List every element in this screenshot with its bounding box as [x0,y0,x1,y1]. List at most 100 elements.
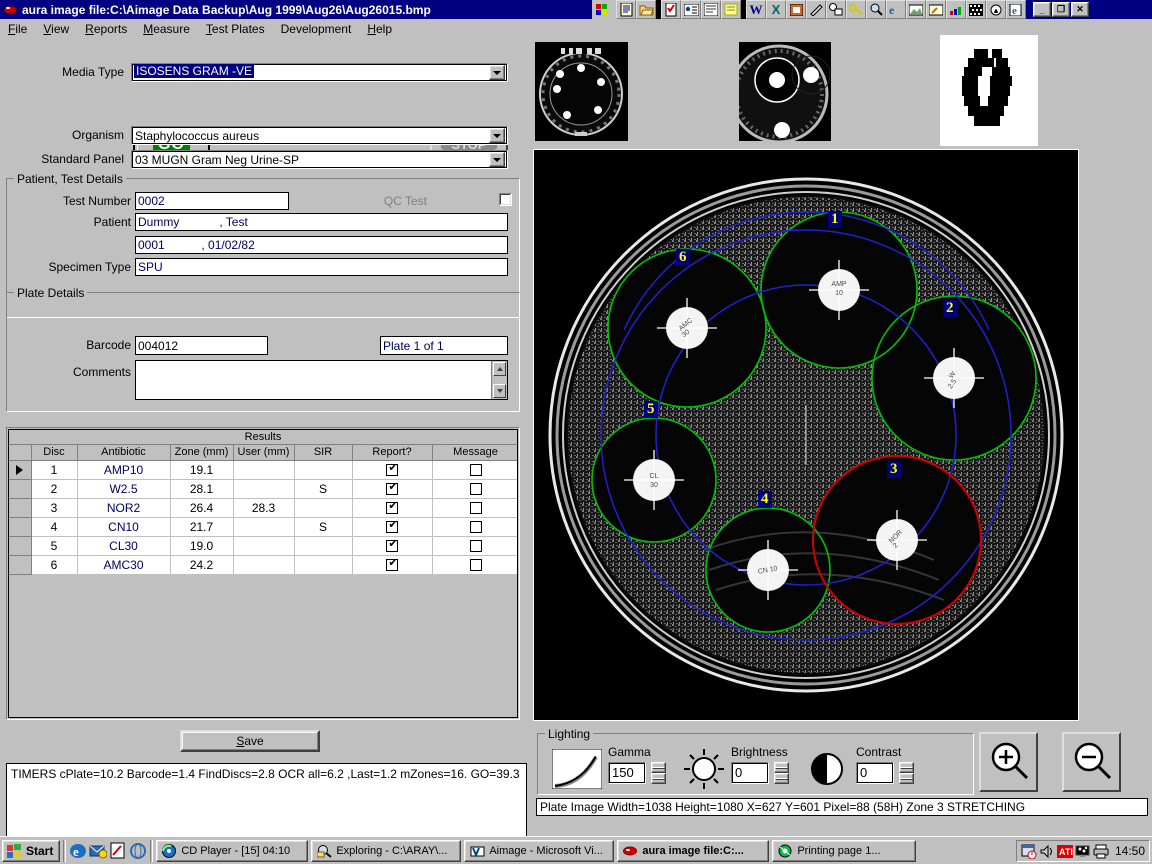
cell-report[interactable] [352,498,433,518]
col-disc[interactable]: Disc [31,445,78,461]
table-row[interactable]: 5 CL30 19.0 [9,536,517,556]
row-selector[interactable] [9,479,32,499]
disc-number-6[interactable]: 6 [676,249,690,266]
internet-explorer-icon[interactable]: e [886,0,906,19]
printer-icon[interactable] [1093,843,1109,859]
message-checkbox[interactable] [469,501,482,514]
brightness-input[interactable]: 0 [731,762,769,784]
taskbar-button[interactable]: Exploring - C:\ARAY\... [311,839,462,862]
report-checkbox[interactable] [386,500,399,514]
patient-id-dob-field[interactable]: 0001 , 01/02/82 [135,236,508,254]
taskbar-button[interactable]: CD Player - [15] 04:10 [156,839,309,862]
row-selector[interactable] [9,517,32,537]
ati-icon[interactable]: ATI [1056,843,1073,859]
gamma-input[interactable]: 150 [608,762,646,784]
chevron-down-icon[interactable] [489,128,505,143]
message-checkbox[interactable] [469,558,482,571]
col-antibiotic[interactable]: Antibiotic [77,445,171,461]
chevron-down-icon[interactable] [489,65,505,80]
report-checkbox[interactable] [386,462,399,476]
report-checkbox[interactable] [386,481,399,495]
contrast-spinner[interactable] [899,762,914,784]
menu-development[interactable]: Development [273,21,360,37]
volume-icon[interactable] [1039,843,1055,859]
specimen-type-field[interactable]: SPU [135,258,508,276]
comments-textarea[interactable] [135,360,508,400]
cell-message[interactable] [432,555,517,575]
contacts-icon[interactable] [681,0,701,19]
scheduler-icon[interactable] [1021,843,1037,859]
cell-user[interactable] [233,479,295,499]
find-icon[interactable] [866,0,886,19]
close-button[interactable]: ✕ [1071,2,1089,17]
disc-number-2[interactable]: 2 [943,300,957,317]
cell-user[interactable]: 28.3 [233,498,295,518]
cell-zone[interactable]: 26.4 [170,498,234,518]
cell-disc[interactable]: 2 [31,479,78,499]
channel-viewer-icon[interactable] [129,842,147,860]
outlook-express-icon[interactable] [89,842,108,860]
disc-number-3[interactable]: 3 [887,461,901,478]
cell-report[interactable] [352,536,433,556]
disc-number-4[interactable]: 4 [758,491,772,508]
thumbnail-plate-overview[interactable] [535,42,628,141]
contrast-spin-down[interactable] [899,773,914,784]
scroll-up-button[interactable] [493,362,506,376]
cell-antibiotic[interactable]: W2.5 [77,479,171,499]
cell-sir[interactable] [294,536,353,556]
cell-zone[interactable]: 19.1 [170,460,234,480]
qc-test-checkbox[interactable] [499,193,512,206]
save-button[interactable]: Save [180,730,320,752]
table-row[interactable]: 2 W2.5 28.1 S [9,479,517,499]
report-checkbox[interactable] [386,538,399,552]
binder-icon[interactable] [806,0,826,19]
minimize-button[interactable]: _ [1033,2,1051,17]
disc-number-5[interactable]: 5 [644,401,658,418]
cell-sir[interactable]: S [294,479,353,499]
journal-icon[interactable] [701,0,721,19]
plate-image-viewer[interactable]: AMP 10 AMC 30 W 2.5 CL 30 CN 10 NOR 2 1 6 2 5… [533,149,1079,721]
cell-antibiotic[interactable]: AMP10 [77,460,171,480]
ie-doc-icon[interactable]: e [1006,0,1026,19]
cell-report[interactable] [352,517,433,537]
taskbar-button[interactable]: aura image file:C:... [617,839,770,862]
cell-sir[interactable]: S [294,517,353,537]
contrast-spin-up[interactable] [899,762,914,773]
brightness-spin-down[interactable] [774,773,789,784]
cell-disc[interactable]: 4 [31,517,78,537]
start-button[interactable]: Start [2,839,61,862]
notepad-icon[interactable] [109,842,127,860]
row-selector[interactable] [9,498,32,518]
cell-report[interactable] [352,460,433,480]
cell-disc[interactable]: 1 [31,460,78,480]
message-checkbox[interactable] [469,463,482,476]
taskbar-button[interactable]: Printing page 1... [772,839,917,862]
row-selector[interactable] [9,460,32,480]
office-shortcut-bar[interactable]: W X e e _ ❐ ✕ [592,0,1089,19]
col-report[interactable]: Report? [352,445,433,461]
maximize-button[interactable]: ❐ [1052,2,1070,17]
gamma-spin-down[interactable] [651,773,666,784]
cell-zone[interactable]: 24.2 [170,555,234,575]
notes-icon[interactable] [721,0,741,19]
cell-user[interactable] [233,555,295,575]
cell-sir[interactable] [294,460,353,480]
gamma-spin-up[interactable] [651,762,666,773]
col-zone-mm[interactable]: Zone (mm) [170,445,234,461]
paint-icon[interactable] [926,0,946,19]
display-icon[interactable] [1075,843,1091,859]
brightness-spin-up[interactable] [774,762,789,773]
taskbar-button[interactable]: Aimage - Microsoft Vi... [464,839,615,862]
table-row[interactable]: 4 CN10 21.7 S [9,517,517,537]
thumbnail-zone-detail[interactable] [739,42,831,141]
comments-scrollbar[interactable] [491,361,507,399]
cell-antibiotic[interactable]: AMC30 [77,555,171,575]
cell-message[interactable] [432,536,517,556]
menu-file[interactable]: File [0,21,35,37]
cell-message[interactable] [432,460,517,480]
scroll-down-button[interactable] [493,384,506,398]
table-row[interactable]: 3 NOR2 26.4 28.3 [9,498,517,518]
cell-sir[interactable] [294,555,353,575]
report-checkbox[interactable] [386,519,399,533]
cell-disc[interactable]: 6 [31,555,78,575]
